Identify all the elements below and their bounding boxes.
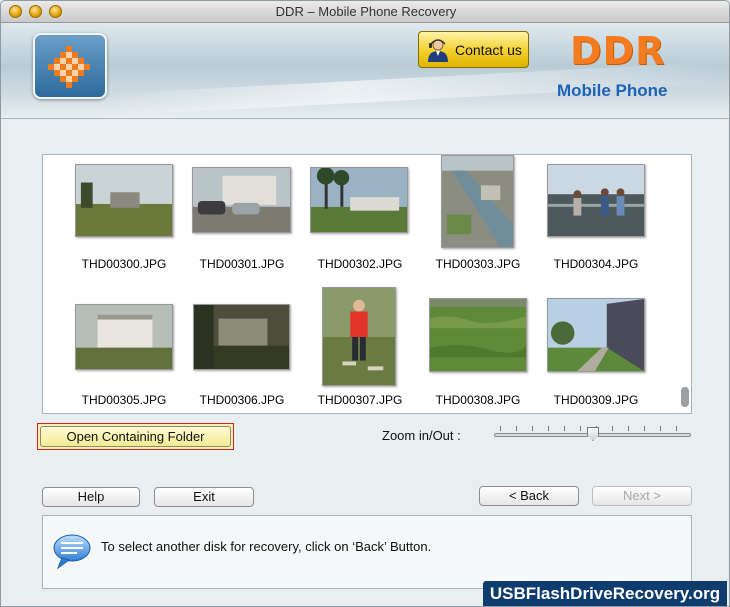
photo-thumbnail [548,299,644,371]
contact-us-button[interactable]: Contact us [418,31,529,68]
photo-thumbnail [430,299,526,371]
thumbnail-filename: THD00303.JPG [435,257,521,271]
close-window-icon[interactable] [9,5,22,18]
photo-thumbnail [76,305,172,369]
title-bar: DDR – Mobile Phone Recovery [1,1,729,23]
photo-thumbnail [194,305,289,369]
speech-bubble-icon [53,534,91,569]
status-message: To select another disk for recovery, cli… [101,539,432,554]
photo-thumbnail [442,156,513,247]
thumbnail-filename: THD00308.JPG [435,393,521,407]
zoom-window-icon[interactable] [49,5,62,18]
app-window: DDR – Mobile Phone Recovery Contact us D… [0,0,730,607]
status-panel: To select another disk for recovery, cli… [42,515,692,589]
photo-thumbnail [548,165,644,236]
photo-thumbnail [311,168,407,232]
exit-button[interactable]: Exit [154,487,254,507]
photo-thumbnail [193,168,290,232]
support-person-icon [428,38,448,62]
brand-subtitle: Mobile Phone [557,81,668,100]
window-title: DDR – Mobile Phone Recovery [275,4,457,19]
help-button[interactable]: Help [42,487,140,507]
thumbnail-filename: THD00302.JPG [317,257,403,271]
zoom-slider[interactable] [494,426,691,442]
minimize-window-icon[interactable] [29,5,42,18]
app-logo-icon [33,33,107,99]
site-watermark: USBFlashDriveRecovery.org [483,581,727,606]
brand-title: DDR [570,29,666,73]
open-containing-folder-label: Open Containing Folder [40,426,231,447]
thumbnail-filename: THD00309.JPG [553,393,639,407]
zoom-slider-knob[interactable] [587,427,599,441]
back-button[interactable]: < Back [479,486,579,506]
thumbnail-filename: THD00301.JPG [199,257,285,271]
thumbnail-filename: THD00300.JPG [81,257,167,271]
thumbnail-filename: THD00307.JPG [317,393,403,407]
thumbnail-filename: THD00304.JPG [553,257,639,271]
header-banner: Contact us DDR Mobile Phone [1,23,729,119]
photo-thumbnail [76,165,172,236]
next-button[interactable]: Next > [592,486,692,506]
open-containing-folder-button[interactable]: Open Containing Folder [37,423,234,450]
thumbnail-filename: THD00305.JPG [81,393,167,407]
zoom-label: Zoom in/Out : [382,428,461,443]
contact-us-label: Contact us [455,41,522,58]
photo-thumbnail [323,288,395,385]
thumbnail-filename: THD00306.JPG [199,393,285,407]
grid-scrollbar[interactable] [681,387,689,407]
thumbnail-grid[interactable]: THD00300.JPG THD00301.JPG THD00302.JPG T… [42,154,692,414]
